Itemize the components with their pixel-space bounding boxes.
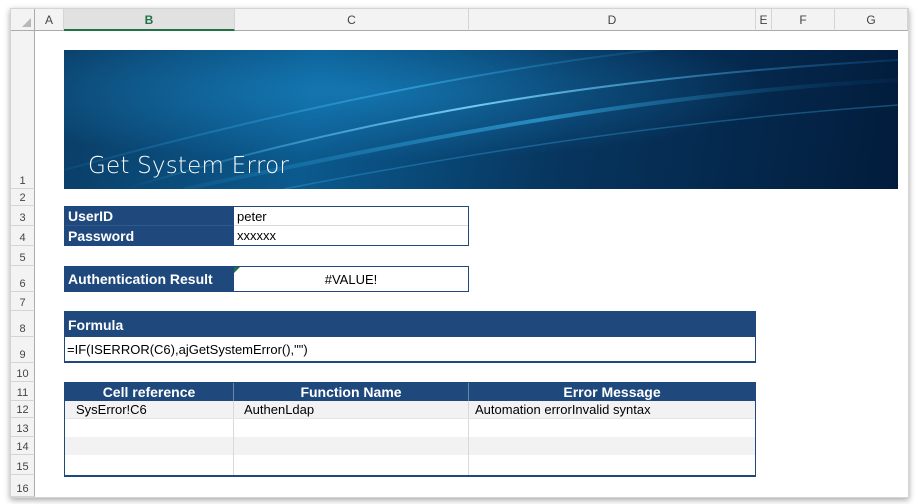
table-cell[interactable] bbox=[65, 437, 234, 455]
table-cell[interactable] bbox=[234, 418, 469, 437]
select-all-corner[interactable] bbox=[11, 9, 35, 31]
table-cell[interactable] bbox=[65, 418, 234, 437]
table-cell[interactable] bbox=[469, 418, 755, 437]
row-header-14[interactable]: 14 bbox=[11, 437, 35, 455]
row-header-6[interactable]: 6 bbox=[11, 266, 35, 292]
auth-result-value[interactable]: #VALUE! bbox=[234, 267, 468, 291]
table-cell[interactable] bbox=[65, 455, 234, 475]
row-header-4[interactable]: 4 bbox=[11, 226, 35, 246]
select-all-triangle-icon bbox=[22, 18, 31, 27]
column-header-f[interactable]: F bbox=[772, 9, 835, 31]
error-indicator-icon bbox=[234, 267, 240, 273]
row-header-2[interactable]: 2 bbox=[11, 189, 35, 206]
column-header-b[interactable]: B bbox=[64, 9, 235, 31]
table-cell[interactable] bbox=[234, 437, 469, 455]
row-header-1[interactable]: 1 bbox=[11, 31, 35, 189]
column-header-c[interactable]: C bbox=[235, 9, 469, 31]
row-header-15[interactable]: 15 bbox=[11, 455, 35, 475]
userid-label: UserID bbox=[65, 207, 234, 226]
column-header-a[interactable]: A bbox=[35, 9, 64, 31]
table-cell[interactable] bbox=[469, 455, 755, 475]
row-header-13[interactable]: 13 bbox=[11, 418, 35, 437]
column-header-e[interactable]: E bbox=[756, 9, 772, 31]
row-header-3[interactable]: 3 bbox=[11, 206, 35, 226]
row-header-7[interactable]: 7 bbox=[11, 292, 35, 311]
table-cell[interactable] bbox=[469, 437, 755, 455]
userid-value[interactable]: peter bbox=[234, 207, 468, 226]
row-header-12[interactable]: 12 bbox=[11, 401, 35, 418]
formula-label: Formula bbox=[65, 312, 755, 337]
banner-title: Get System Error bbox=[88, 153, 290, 179]
table-cell[interactable]: SysError!C6 bbox=[65, 401, 234, 418]
error-table-header-error-message: Error Message bbox=[469, 383, 755, 401]
error-table-header-function-name: Function Name bbox=[234, 383, 469, 401]
password-value[interactable]: xxxxxx bbox=[234, 226, 468, 245]
formula-value[interactable]: =IF(ISERROR(C6),ajGetSystemError(),"") bbox=[65, 338, 755, 361]
column-header-d[interactable]: D bbox=[469, 9, 756, 31]
title-banner: Get System Error bbox=[64, 50, 898, 189]
table-cell[interactable]: AuthenLdap bbox=[234, 401, 469, 418]
auth-result-label: Authentication Result bbox=[65, 267, 234, 291]
column-header-g[interactable]: G bbox=[835, 9, 908, 31]
password-label: Password bbox=[65, 226, 234, 245]
row-header-10[interactable]: 10 bbox=[11, 363, 35, 382]
row-header-16[interactable]: 16 bbox=[11, 475, 35, 497]
row-header-5[interactable]: 5 bbox=[11, 246, 35, 266]
row-header-8[interactable]: 8 bbox=[11, 311, 35, 337]
table-cell[interactable] bbox=[234, 455, 469, 475]
error-table-header-cell-reference: Cell reference bbox=[65, 383, 234, 401]
spreadsheet-window: A B C D E F G 1 2 3 4 5 6 7 8 9 10 11 12… bbox=[10, 8, 909, 498]
table-cell[interactable]: Automation errorInvalid syntax bbox=[469, 401, 755, 418]
row-header-11[interactable]: 11 bbox=[11, 382, 35, 401]
row-header-9[interactable]: 9 bbox=[11, 337, 35, 363]
